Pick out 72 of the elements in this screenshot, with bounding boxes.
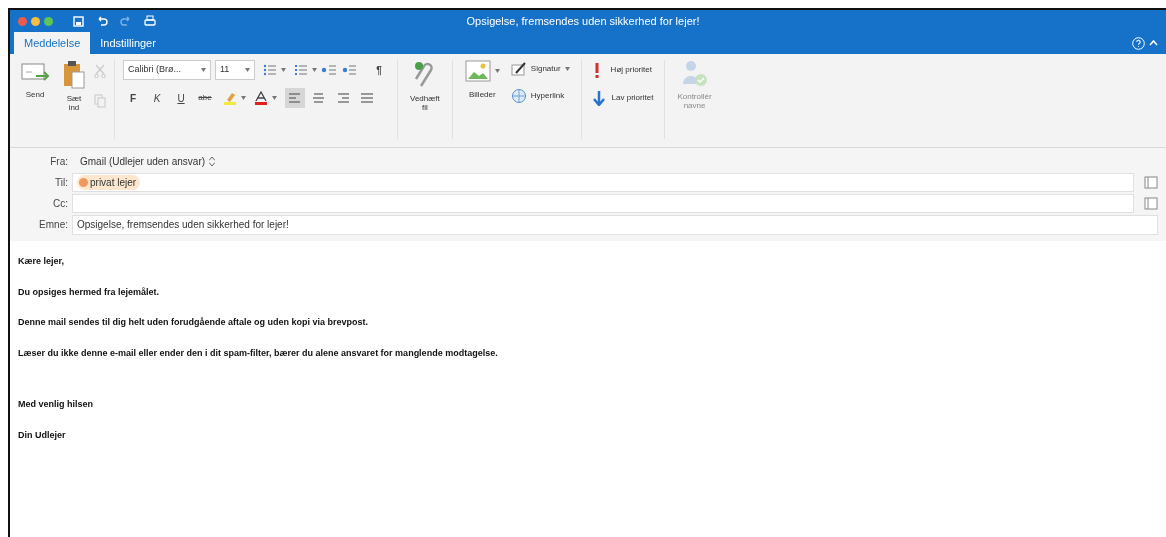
format-button[interactable]: F xyxy=(123,88,143,108)
body-text: Din Udlejer xyxy=(18,428,67,442)
image-icon xyxy=(464,60,491,82)
field-label: Til: xyxy=(54,176,69,190)
collapse-icon[interactable] xyxy=(1149,39,1158,46)
globe-icon xyxy=(510,88,527,104)
updown-icon xyxy=(209,157,216,166)
caret-icon xyxy=(201,68,206,72)
recipient-chip[interactable]: privat lejer xyxy=(77,175,141,190)
field-label: Emne: xyxy=(38,218,69,232)
pilcrow-button[interactable]: ¶ xyxy=(369,60,389,80)
pen-icon xyxy=(510,62,527,76)
down-arrow-icon xyxy=(592,90,605,106)
signature-button[interactable]: Signatur xyxy=(507,60,573,78)
status-dot-icon xyxy=(79,178,88,187)
from-dropdown[interactable]: Gmail (Udlejer uden ansvar) xyxy=(80,154,216,169)
caret-icon xyxy=(494,69,500,73)
tab[interactable]: Meddelelse xyxy=(14,31,91,54)
address-book-icon[interactable] xyxy=(1144,197,1158,210)
tab[interactable]: Indstillinger xyxy=(90,31,166,54)
align-button[interactable] xyxy=(285,88,305,108)
low-priority-button[interactable]: Lav prioritet xyxy=(589,88,657,108)
ribbon-button[interactable]: Billeder xyxy=(460,60,504,100)
ribbon-button: Kontrollér navne xyxy=(673,60,716,111)
undo-icon[interactable] xyxy=(96,16,108,26)
format-button[interactable]: abe xyxy=(195,88,215,108)
redo-icon xyxy=(120,16,132,26)
align-right-icon xyxy=(336,92,350,104)
cc-field[interactable] xyxy=(72,194,1134,213)
clipboard-icon xyxy=(62,60,86,90)
font-color-icon[interactable] xyxy=(254,91,268,105)
address-book-icon[interactable] xyxy=(1144,176,1158,189)
person-check-icon xyxy=(681,60,708,88)
increase-indent-icon[interactable] xyxy=(341,64,357,76)
caret-icon xyxy=(281,68,286,72)
align-justify-icon xyxy=(360,92,374,104)
caret-icon xyxy=(312,68,317,72)
field-label: Fra: xyxy=(49,155,69,169)
ribbon-button[interactable]: Sæt ind xyxy=(58,60,90,113)
print-icon[interactable] xyxy=(144,15,156,27)
ribbon-button[interactable]: Send xyxy=(16,60,54,100)
close-icon[interactable] xyxy=(18,16,27,26)
format-button[interactable]: K xyxy=(147,88,167,108)
ribbon-button[interactable]: Vedhæft fil xyxy=(406,60,444,113)
minimize-icon[interactable] xyxy=(31,16,40,26)
bullets-icon[interactable] xyxy=(263,63,277,77)
subject-field[interactable]: Opsigelse, fremsendes uden sikkerhed for lejer! xyxy=(72,214,1158,235)
caret-icon xyxy=(564,67,570,71)
body-text: Du opsiges hermed fra lejemålet. xyxy=(18,285,161,299)
hyperlink-button[interactable]: Hyperlink xyxy=(507,86,573,106)
numbering-icon[interactable] xyxy=(294,63,308,77)
caret-icon xyxy=(272,96,277,100)
body-text: Kære lejer, xyxy=(18,255,66,268)
window-title: Opsigelse, fremsendes uden sikkerhed for lejer! xyxy=(466,14,700,27)
caret-icon xyxy=(245,68,250,72)
to-field[interactable]: privat lejer xyxy=(72,173,1134,192)
caret-icon xyxy=(241,96,246,100)
align-center-icon xyxy=(312,92,326,104)
save-icon[interactable] xyxy=(73,15,84,27)
decrease-indent-icon[interactable] xyxy=(321,64,337,76)
zoom-icon[interactable] xyxy=(44,16,53,26)
body-text: Med venlig hilsen xyxy=(18,398,94,411)
help-icon[interactable] xyxy=(1132,37,1145,50)
body-text: Læser du ikke denne e-mail eller ender den i dit spam-filter, bærer du alene ansvaret for manglende modtagelse. xyxy=(18,346,499,360)
format-button[interactable]: U xyxy=(171,88,191,108)
body-text: Denne mail sendes til dig helt uden forudgående aftale og uden kopi via brevpost. xyxy=(18,316,370,329)
highlighter-icon[interactable] xyxy=(223,91,237,105)
field-label: Cc: xyxy=(52,197,69,211)
high-priority-button[interactable]: Høj prioritet xyxy=(589,60,657,80)
font-size-dropdown[interactable]: 11 xyxy=(215,60,255,80)
align-left-icon xyxy=(288,92,302,104)
font-name-dropdown[interactable]: Calibri (Brø... xyxy=(123,60,211,80)
